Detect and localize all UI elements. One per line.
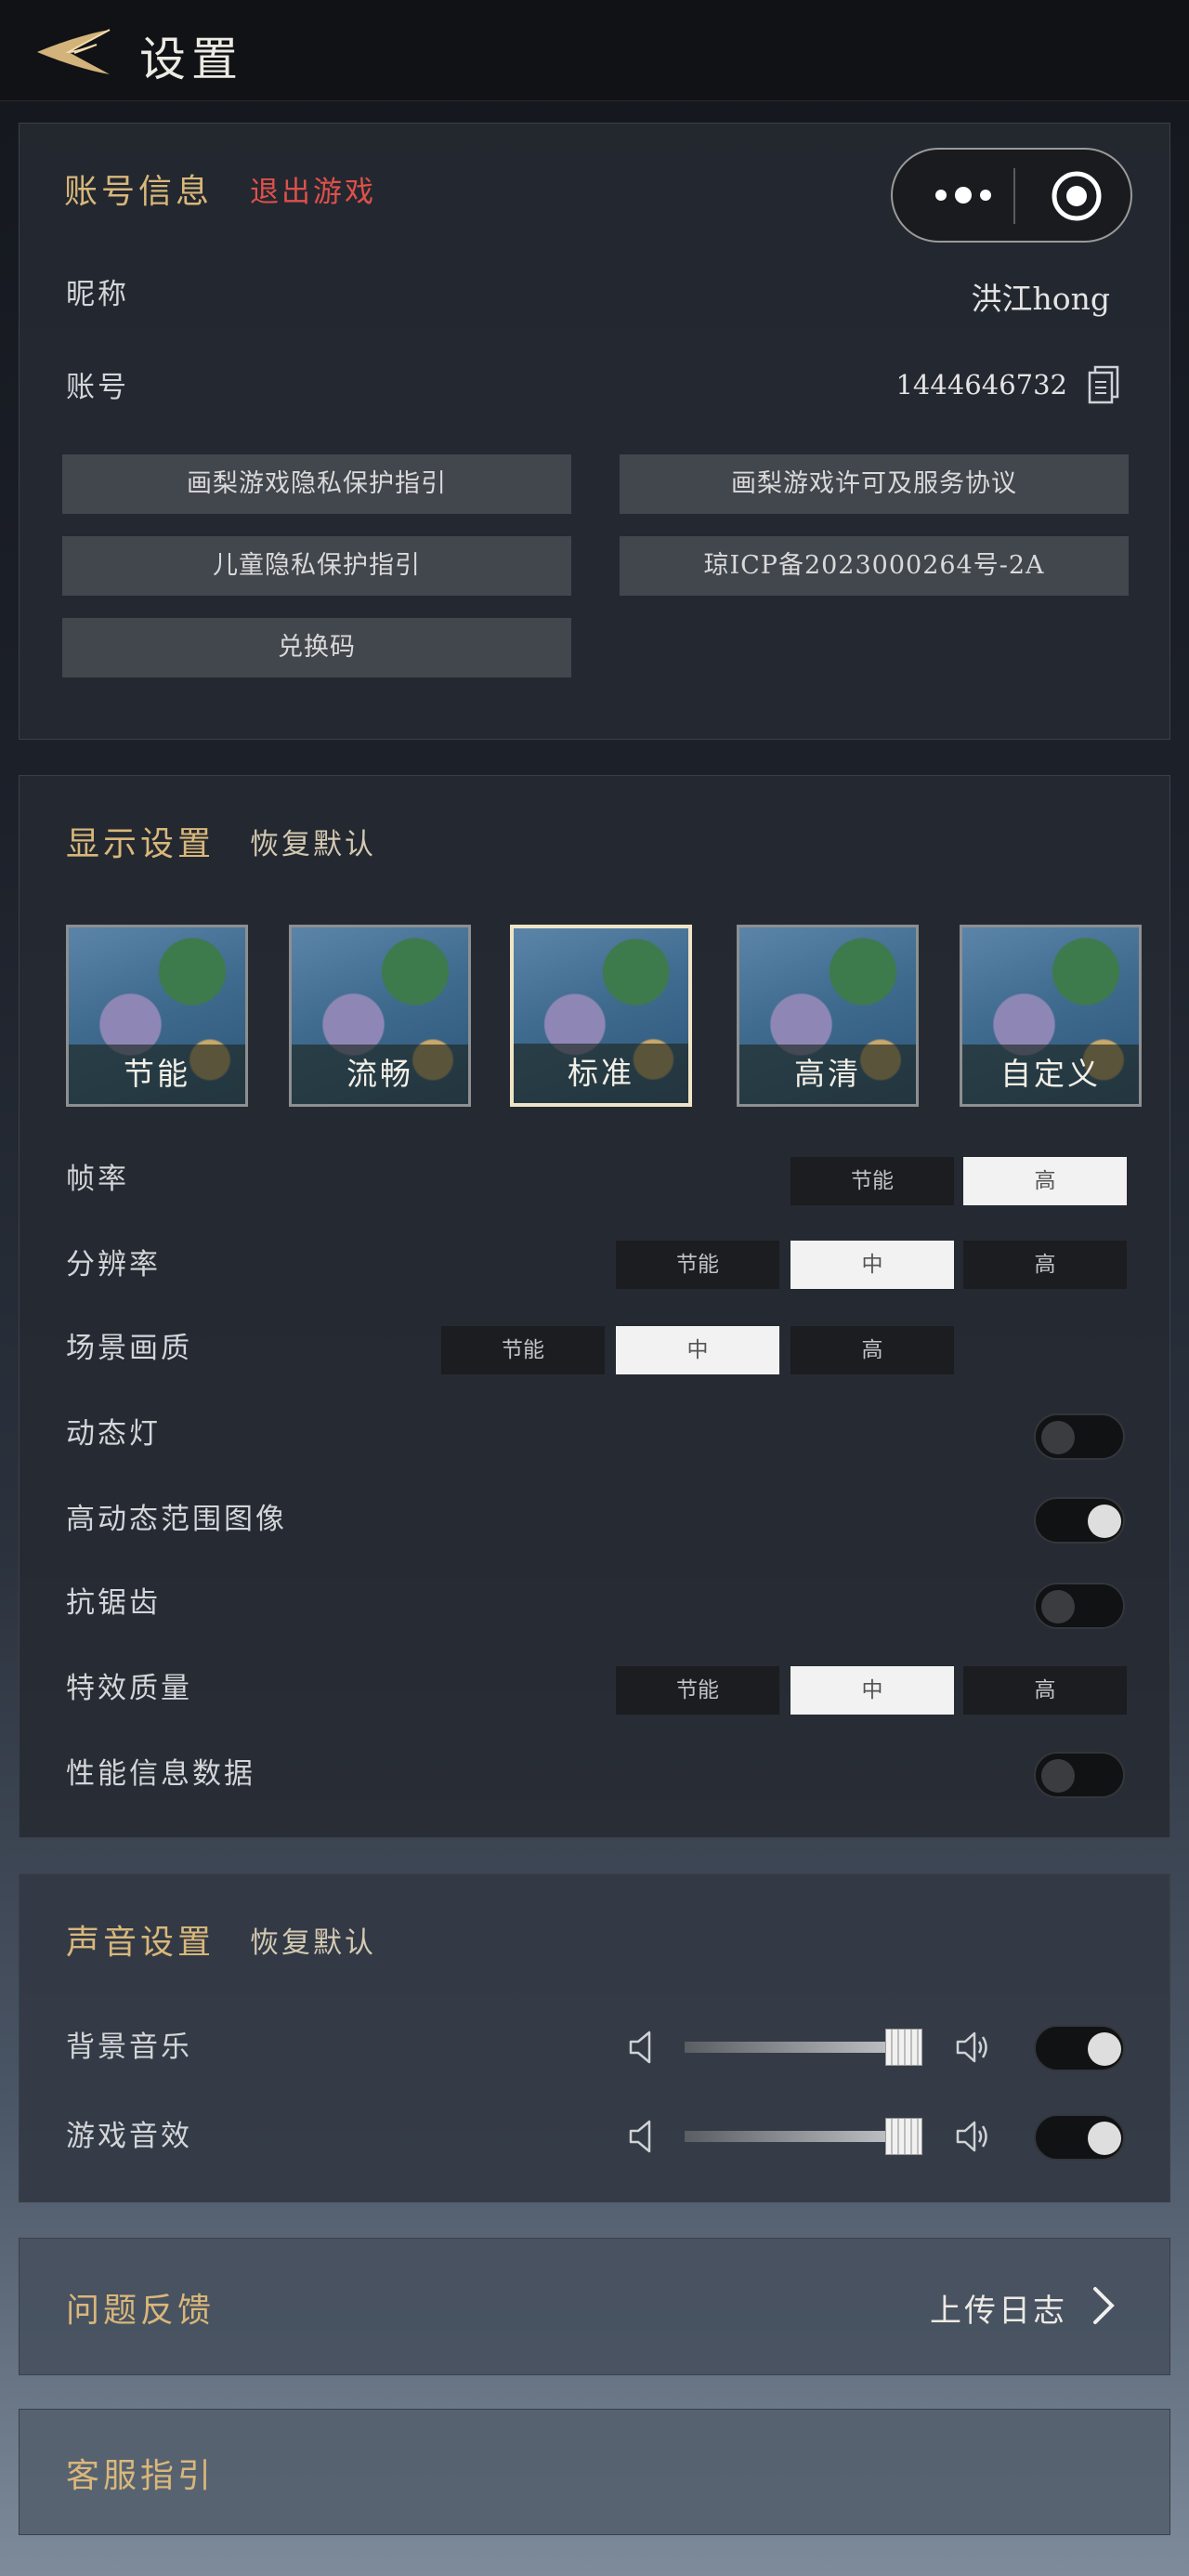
nickname-label: 昵称	[66, 278, 129, 311]
display-settings-card: 显示设置 恢复默认 节能 流畅 标准 高清 自定义 帧率 节能 高 分辨率 节能…	[19, 775, 1170, 1838]
framerate-label: 帧率	[66, 1163, 129, 1196]
perf-info-toggle[interactable]	[1034, 1752, 1125, 1798]
effects-option-medium[interactable]: 中	[790, 1666, 954, 1715]
antialias-toggle[interactable]	[1034, 1583, 1125, 1629]
perf-info-label: 性能信息数据	[66, 1757, 255, 1791]
toggle-knob	[1088, 1505, 1121, 1538]
preset-power-save[interactable]: 节能	[66, 925, 248, 1107]
sound-section-title: 声音设置	[66, 1924, 216, 1962]
feedback-title: 问题反馈	[66, 2292, 216, 2330]
display-section-title: 显示设置	[66, 825, 216, 863]
more-icon[interactable]	[924, 172, 1036, 218]
preset-label: 流畅	[292, 1045, 468, 1104]
volume-high-icon	[956, 2031, 987, 2063]
volume-high-icon	[956, 2121, 987, 2152]
sfx-label: 游戏音效	[66, 2120, 192, 2153]
framerate-option-power-save[interactable]: 节能	[790, 1157, 954, 1205]
sfx-slider-track[interactable]	[685, 2131, 915, 2142]
toggle-knob	[1088, 2032, 1121, 2066]
scene-quality-option-power-save[interactable]: 节能	[441, 1326, 605, 1374]
scene-quality-label: 场景画质	[66, 1332, 192, 1365]
effects-quality-label: 特效质量	[66, 1672, 192, 1705]
preset-standard[interactable]: 标准	[510, 925, 692, 1107]
dynamic-light-label: 动态灯	[66, 1417, 161, 1451]
toggle-knob	[1088, 2122, 1121, 2155]
resolution-option-medium[interactable]: 中	[790, 1241, 954, 1289]
logout-link[interactable]: 退出游戏	[250, 168, 376, 210]
license-agreement-button[interactable]: 画梨游戏许可及服务协议	[620, 454, 1129, 514]
hdr-toggle[interactable]	[1034, 1497, 1125, 1544]
preset-label: 节能	[69, 1045, 245, 1104]
account-section-title: 账号信息	[64, 173, 214, 211]
capsule-divider	[1013, 168, 1015, 224]
toggle-knob	[1041, 1421, 1075, 1454]
account-label: 账号	[66, 371, 129, 404]
top-bar: 设置	[0, 0, 1189, 101]
preset-smooth[interactable]: 流畅	[289, 925, 471, 1107]
effects-option-high[interactable]: 高	[963, 1666, 1127, 1715]
customer-service-card[interactable]: 客服指引	[19, 2409, 1170, 2535]
sound-settings-card: 声音设置 恢复默认 背景音乐 游戏音效	[19, 1873, 1170, 2202]
mini-program-capsule	[891, 148, 1132, 243]
child-privacy-button[interactable]: 儿童隐私保护指引	[62, 536, 571, 596]
chevron-right-icon[interactable]	[1090, 2285, 1117, 2326]
redeem-code-button[interactable]: 兑换码	[62, 618, 571, 677]
sfx-slider-thumb[interactable]	[884, 2118, 922, 2155]
resolution-option-power-save[interactable]: 节能	[616, 1241, 779, 1289]
volume-low-icon	[629, 2031, 651, 2064]
hdr-label: 高动态范围图像	[66, 1503, 287, 1536]
feedback-card[interactable]: 问题反馈 上传日志	[19, 2238, 1170, 2375]
toggle-knob	[1041, 1590, 1075, 1623]
resolution-label: 分辨率	[66, 1248, 161, 1281]
page-title: 设置	[139, 33, 243, 86]
bgm-label: 背景音乐	[66, 2031, 192, 2064]
bgm-toggle[interactable]	[1034, 2025, 1125, 2071]
scene-quality-option-medium[interactable]: 中	[616, 1326, 779, 1374]
back-arrow-icon[interactable]	[32, 24, 113, 80]
preset-label: 标准	[514, 1044, 688, 1103]
toggle-knob	[1041, 1759, 1075, 1793]
effects-option-power-save[interactable]: 节能	[616, 1666, 779, 1715]
nickname-value: 洪江hong	[971, 281, 1111, 317]
account-id-value: 1444646732	[895, 369, 1067, 401]
privacy-guide-button[interactable]: 画梨游戏隐私保护指引	[62, 454, 571, 514]
upload-log-button[interactable]: 上传日志	[930, 2285, 1067, 2331]
customer-service-title: 客服指引	[66, 2457, 216, 2495]
account-card: 账号信息 退出游戏 昵称 洪江hong 账号 1444646732 画梨游戏隐私…	[19, 123, 1170, 740]
preset-label: 高清	[739, 1045, 916, 1104]
sfx-toggle[interactable]	[1034, 2114, 1125, 2161]
bgm-slider-track[interactable]	[685, 2042, 915, 2053]
resolution-option-high[interactable]: 高	[963, 1241, 1127, 1289]
antialias-label: 抗锯齿	[66, 1586, 161, 1620]
icp-license-button[interactable]: 琼ICP备2023000264号-2A	[620, 536, 1129, 596]
preset-custom[interactable]: 自定义	[960, 925, 1142, 1107]
bgm-slider-thumb[interactable]	[884, 2029, 922, 2066]
sound-reset-button[interactable]: 恢复默认	[250, 1919, 376, 1961]
copy-icon[interactable]	[1086, 363, 1123, 404]
framerate-option-high[interactable]: 高	[963, 1157, 1127, 1205]
preset-hd[interactable]: 高清	[737, 925, 919, 1107]
preset-label: 自定义	[962, 1045, 1139, 1104]
close-miniprogram-icon[interactable]	[1049, 168, 1104, 224]
dynamic-light-toggle[interactable]	[1034, 1413, 1125, 1460]
scene-quality-option-high[interactable]: 高	[790, 1326, 954, 1374]
volume-low-icon	[629, 2120, 651, 2153]
display-reset-button[interactable]: 恢复默认	[250, 821, 376, 862]
